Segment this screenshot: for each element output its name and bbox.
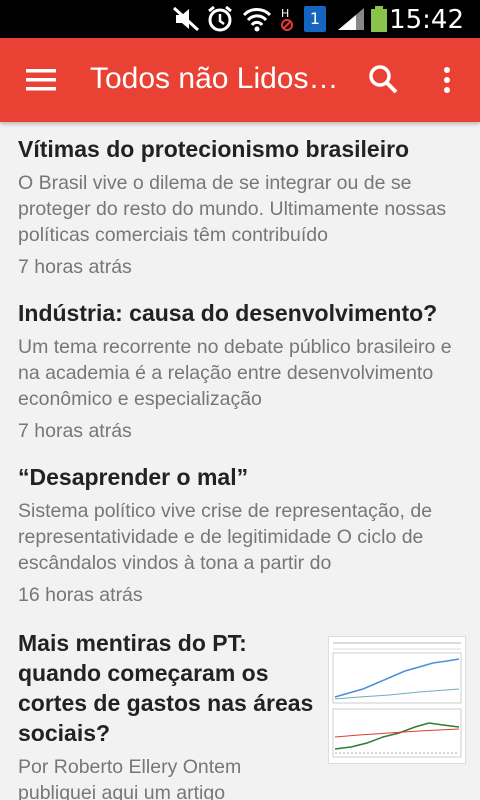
article-time: 7 horas atrás (18, 256, 132, 278)
article-snippet: Por Roberto Ellery Ontem publiquei aqui … (18, 756, 242, 800)
article-item[interactable]: Vítimas do protecionismo brasileiro O Br… (18, 134, 464, 280)
status-time: 15:42 (389, 5, 464, 35)
article-thumbnail[interactable] (328, 636, 466, 764)
article-snippet: O Brasil vive o dilema de se integrar ou… (18, 172, 447, 246)
status-bar: H 1 15:42 (0, 0, 480, 38)
article-headline: “Desaprender o mal” (18, 464, 249, 490)
wifi-icon (242, 8, 272, 32)
article-snippet: Sistema político vive crise de represent… (18, 500, 433, 574)
article-headline: Vítimas do protecionismo brasileiro (18, 136, 410, 162)
mute-icon (172, 6, 200, 32)
menu-icon[interactable] (22, 62, 62, 98)
article-list: Vítimas do protecionismo brasileiro O Br… (0, 122, 480, 800)
search-icon[interactable] (364, 60, 404, 100)
signal-icon (338, 8, 364, 30)
article-headline: Mais mentiras do PT: quando começaram os… (18, 630, 314, 746)
data-h-icon: H (281, 7, 293, 31)
svg-text:H: H (281, 7, 289, 20)
app-bar: Todos não Lidos… (0, 38, 480, 122)
article-item[interactable]: “Desaprender o mal” Sistema político viv… (18, 462, 464, 608)
article-time: 7 horas atrás (18, 420, 132, 442)
article-headline: Indústria: causa do desenvolvimento? (18, 300, 438, 326)
article-time: 16 horas atrás (18, 584, 143, 606)
article-snippet: Um tema recorrente no debate público bra… (18, 336, 452, 410)
page-title: Todos não Lidos… (90, 62, 339, 95)
alarm-icon (208, 6, 232, 32)
battery-icon (371, 6, 387, 32)
article-item[interactable]: Indústria: causa do desenvolvimento? Um … (18, 298, 464, 444)
more-options-icon[interactable] (430, 60, 464, 100)
sim-badge: 1 (304, 6, 326, 32)
article-item[interactable]: Mais mentiras do PT: quando começaram os… (18, 628, 318, 800)
